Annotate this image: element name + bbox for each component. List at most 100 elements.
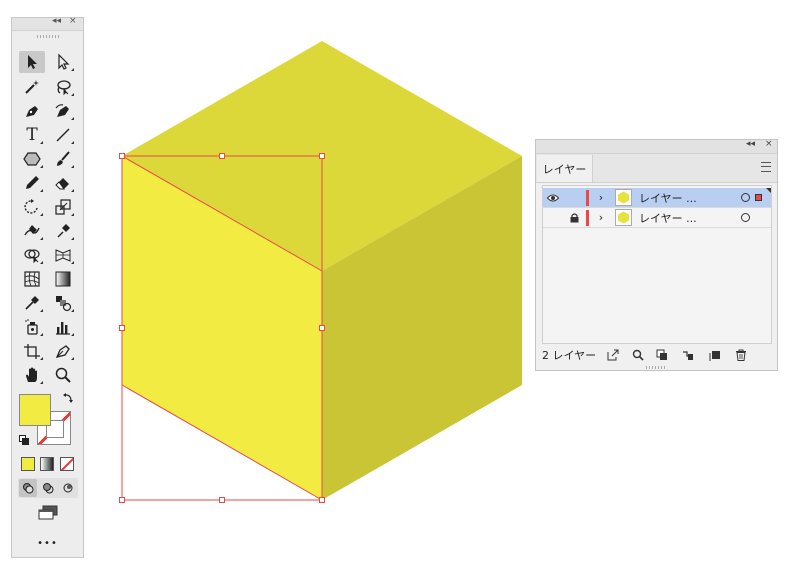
- symbol-sprayer-tool[interactable]: [19, 316, 45, 338]
- shape-builder-tool[interactable]: [19, 244, 45, 266]
- new-layer-icon[interactable]: [708, 348, 722, 362]
- tools-panel: ◂◂ × T •••: [11, 16, 84, 558]
- edit-toolbar-button[interactable]: •••: [12, 538, 83, 549]
- layer-name[interactable]: レイヤー ...: [639, 210, 697, 226]
- gradient-tool[interactable]: [50, 268, 76, 290]
- paintbrush-tool[interactable]: [50, 148, 76, 170]
- rotate-tool-icon: [24, 199, 38, 214]
- target-icon[interactable]: [741, 193, 750, 202]
- slice-tool[interactable]: [50, 340, 76, 362]
- close-panel-button[interactable]: ×: [69, 16, 77, 26]
- slice-tool-icon: [55, 345, 70, 358]
- paintbrush-tool-icon: [57, 151, 70, 166]
- magic-wand-tool[interactable]: [19, 76, 45, 98]
- default-fill-stroke-icon[interactable]: [19, 434, 29, 445]
- none-mode-button[interactable]: [60, 457, 74, 471]
- tab-layers[interactable]: レイヤー: [537, 155, 593, 182]
- expand-chevron-icon[interactable]: ›: [595, 188, 607, 207]
- shape-builder-tool-icon: [24, 249, 40, 264]
- layer-row-2[interactable]: › レイヤー ...: [543, 208, 771, 228]
- fill-swatch[interactable]: [19, 394, 51, 426]
- panel-grip[interactable]: [36, 35, 59, 38]
- delete-layer-icon[interactable]: [734, 348, 748, 362]
- export-icon[interactable]: [606, 348, 620, 362]
- gradient-tool-icon: [55, 271, 71, 287]
- lock-toggle[interactable]: [564, 188, 584, 207]
- collapse-panel-button[interactable]: ◂◂: [52, 16, 61, 26]
- pencil-tool-icon: [26, 176, 39, 189]
- symbol-sprayer-tool-icon: [25, 319, 38, 335]
- panel-menu-icon[interactable]: [761, 162, 771, 172]
- draw-inside-button[interactable]: [59, 479, 77, 497]
- collapse-panel-button[interactable]: ◂◂: [746, 139, 755, 149]
- mesh-tool[interactable]: [19, 268, 45, 290]
- pen-tool[interactable]: [19, 100, 45, 122]
- magic-wand-tool-icon: [25, 80, 39, 94]
- handle-top-middle[interactable]: [219, 153, 225, 159]
- zoom-tool[interactable]: [50, 364, 76, 386]
- eyedropper-tool[interactable]: [19, 292, 45, 314]
- handle-middle-right[interactable]: [319, 325, 325, 331]
- handle-bottom-right[interactable]: [319, 497, 325, 503]
- close-panel-button[interactable]: ×: [765, 139, 773, 149]
- gradient-mode-button[interactable]: [40, 457, 54, 471]
- layer-name[interactable]: レイヤー ...: [639, 190, 697, 206]
- lasso-tool-icon: [57, 80, 71, 96]
- draw-behind-icon: [43, 483, 54, 494]
- direct-selection-tool[interactable]: [50, 51, 76, 73]
- eraser-tool[interactable]: [50, 172, 76, 194]
- blend-tool-icon: [56, 296, 72, 312]
- eye-icon: [547, 194, 559, 201]
- scale-tool[interactable]: [50, 196, 76, 218]
- layers-panel-titlebar: ◂◂ ×: [536, 139, 777, 154]
- screen-mode-button[interactable]: [36, 505, 60, 521]
- scale-tool-icon: [55, 199, 71, 215]
- handle-bottom-middle[interactable]: [219, 497, 225, 503]
- artboard-tool[interactable]: [19, 340, 45, 362]
- pencil-tool[interactable]: [19, 172, 45, 194]
- selection-tool[interactable]: [19, 51, 45, 73]
- rotate-tool[interactable]: [19, 196, 45, 218]
- color-mode-button[interactable]: [21, 457, 35, 471]
- warp-tool-icon: [24, 225, 40, 236]
- type-tool-icon: T: [26, 124, 38, 145]
- swap-fill-stroke-icon[interactable]: [62, 392, 74, 404]
- lock-toggle[interactable]: [564, 208, 584, 227]
- visibility-toggle[interactable]: [543, 188, 563, 207]
- draw-normal-button[interactable]: [19, 479, 37, 497]
- new-sublayer-icon[interactable]: [681, 348, 695, 362]
- handle-top-right[interactable]: [319, 153, 325, 159]
- pen-tool-icon: [26, 106, 38, 117]
- handle-top-left[interactable]: [119, 153, 125, 159]
- draw-mode-group: [18, 478, 78, 498]
- draw-behind-button[interactable]: [39, 479, 57, 497]
- hand-tool[interactable]: [19, 364, 45, 386]
- handle-middle-left[interactable]: [119, 325, 125, 331]
- layer-row-1[interactable]: › レイヤー ...: [543, 188, 771, 208]
- perspective-grid-tool[interactable]: [50, 244, 76, 266]
- puppet-warp-tool[interactable]: [50, 220, 76, 242]
- tools-panel-titlebar: ◂◂ ×: [12, 16, 83, 31]
- type-tool[interactable]: T: [19, 124, 45, 146]
- perspective-grid-tool-icon: [55, 249, 71, 262]
- column-graph-tool[interactable]: [50, 316, 76, 338]
- curvature-tool[interactable]: [50, 100, 76, 122]
- warp-tool[interactable]: [19, 220, 45, 242]
- layers-list: › レイヤー ... › レイヤー ...: [542, 185, 772, 344]
- polygon-tool[interactable]: [19, 148, 45, 170]
- panel-grip[interactable]: [646, 366, 666, 369]
- expand-chevron-icon[interactable]: ›: [595, 208, 607, 227]
- lasso-tool[interactable]: [50, 76, 76, 98]
- layer-thumbnail: [615, 189, 632, 206]
- target-icon[interactable]: [741, 213, 750, 222]
- visibility-toggle[interactable]: [543, 208, 563, 227]
- draw-normal-icon: [23, 483, 34, 494]
- clipping-mask-icon[interactable]: [655, 348, 669, 362]
- curvature-tool-icon: [55, 104, 69, 117]
- line-segment-tool[interactable]: [50, 124, 76, 146]
- locate-object-icon[interactable]: [631, 348, 645, 362]
- blend-tool[interactable]: [50, 292, 76, 314]
- layers-tab-row: レイヤー: [536, 154, 777, 183]
- selected-art-indicator[interactable]: [755, 194, 762, 201]
- handle-bottom-left[interactable]: [119, 497, 125, 503]
